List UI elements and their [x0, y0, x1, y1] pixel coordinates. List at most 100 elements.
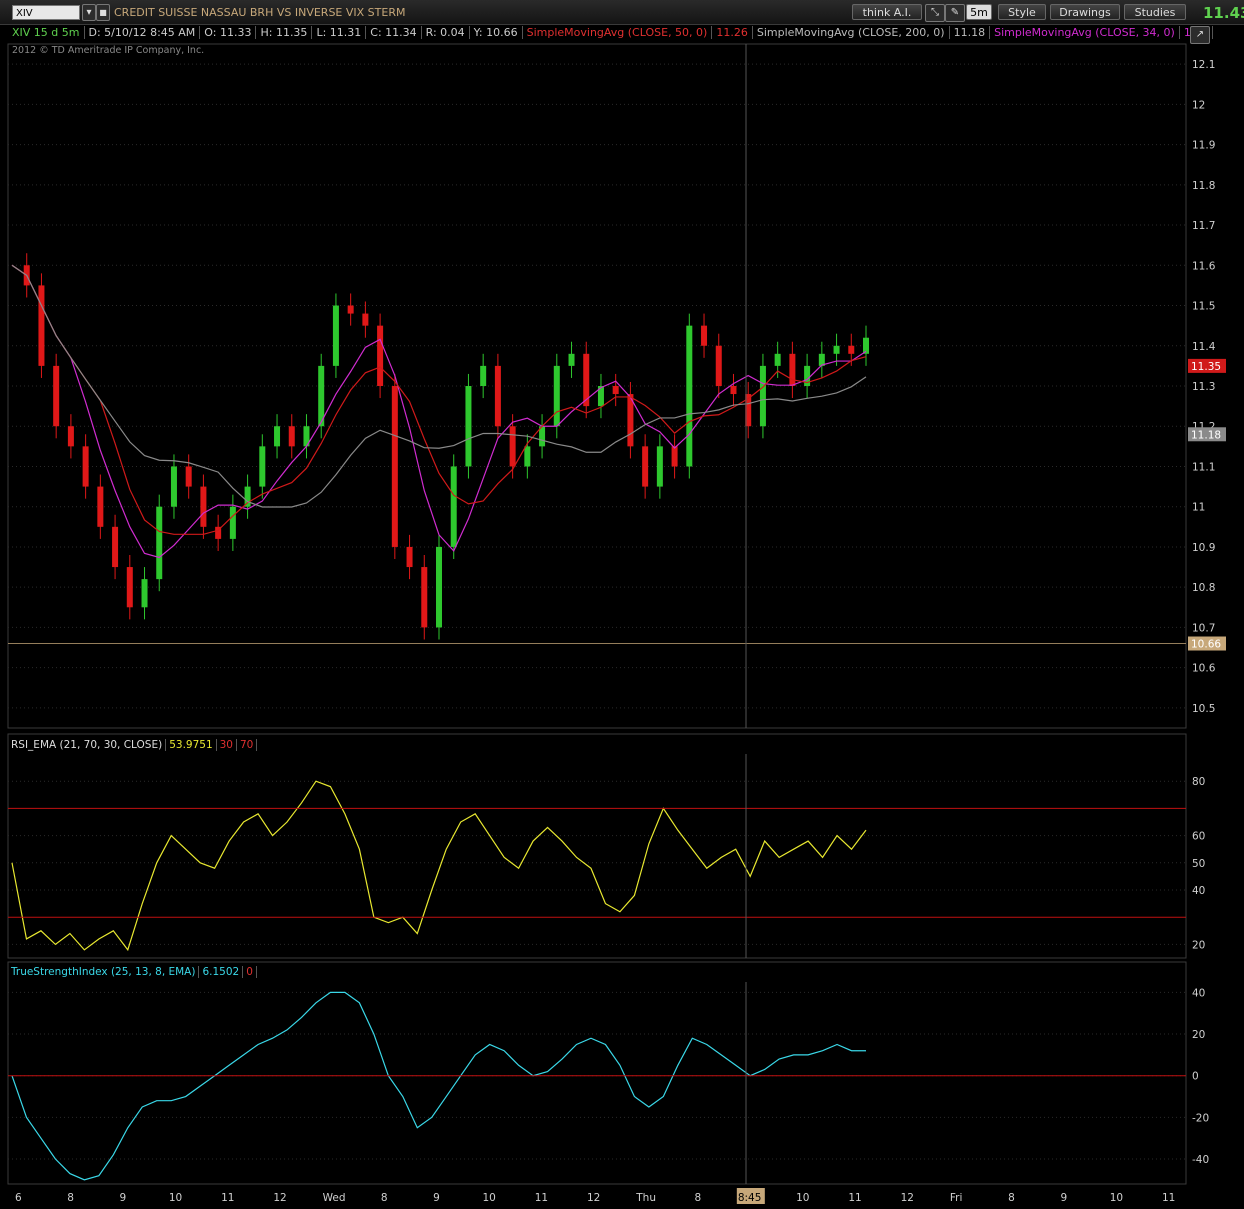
candle-body-17	[259, 446, 266, 487]
ytick-1-4: 20	[1192, 939, 1205, 951]
candle-body-47	[701, 325, 708, 346]
xtick-17: 12	[901, 1192, 914, 1204]
candle-body-45	[671, 446, 678, 467]
xtick-0: 6	[15, 1192, 22, 1204]
ytick-1-0: 80	[1192, 776, 1205, 788]
candle-body-51	[759, 365, 766, 427]
ytick-2-0: 40	[1192, 987, 1205, 999]
rsi-ob: 30	[216, 739, 237, 751]
rsi-panel: 80 60 50 40 20	[7, 733, 1205, 959]
candle-body-12	[185, 466, 192, 487]
ytick-0-0: 12.1	[1192, 59, 1215, 71]
price-tag-2: 10.66	[1191, 639, 1221, 651]
candle-body-52	[774, 353, 781, 366]
candle-body-44	[656, 446, 663, 487]
candle-body-16	[244, 486, 251, 507]
ytick-0-12: 10.9	[1192, 542, 1215, 554]
ytick-0-3: 11.8	[1192, 180, 1215, 192]
panel-frame-1	[7, 733, 1187, 959]
candle-body-34	[509, 426, 516, 467]
xtick-4: 11	[221, 1192, 234, 1204]
candle-body-30	[450, 466, 457, 547]
ytick-2-4: -40	[1192, 1154, 1209, 1166]
candle-body-19	[288, 426, 295, 447]
xtick-15: 10	[796, 1192, 809, 1204]
tsi-value: 6.1502	[199, 966, 244, 978]
candle-body-24	[362, 313, 369, 326]
candle-body-5	[82, 446, 89, 487]
xtick-10: 11	[535, 1192, 548, 1204]
ytick-0-11: 11	[1192, 502, 1205, 514]
ytick-0-1: 12	[1192, 99, 1205, 111]
tsi-header: TrueStrengthIndex (25, 13, 8, EMA) 6.1502…	[8, 965, 257, 979]
candle-body-37	[553, 365, 560, 427]
candle-body-23	[347, 305, 354, 314]
candle-body-43	[642, 446, 649, 487]
candle-body-8	[126, 567, 133, 608]
ytick-0-8: 11.3	[1192, 381, 1215, 393]
candle-body-32	[480, 365, 487, 386]
candle-body-56	[833, 345, 840, 354]
candle-body-46	[686, 325, 693, 467]
candle-body-11	[170, 466, 177, 507]
ytick-0-10: 11.1	[1192, 461, 1215, 473]
ytick-2-1: 20	[1192, 1029, 1205, 1041]
xtick-1: 8	[67, 1192, 74, 1204]
candle-body-9	[141, 579, 148, 608]
xtick-22: 11	[1162, 1192, 1175, 1204]
candle-body-10	[156, 506, 163, 580]
tsi-zero: 0	[243, 966, 257, 978]
candle-body-15	[229, 506, 236, 539]
ytick-2-2: 0	[1192, 1071, 1199, 1083]
candle-body-25	[377, 325, 384, 386]
ytick-0-6: 11.5	[1192, 301, 1215, 313]
xtick-12: Thu	[635, 1192, 656, 1204]
ytick-0-15: 10.6	[1192, 663, 1216, 675]
xtick-18: Fri	[950, 1192, 963, 1204]
candle-body-57	[848, 345, 855, 354]
tsi-line	[11, 991, 866, 1181]
price-panel: 12.11211.911.811.711.611.511.411.311.211…	[7, 43, 1226, 729]
xtick-16: 11	[848, 1192, 861, 1204]
tsi-label[interactable]: TrueStrengthIndex (25, 13, 8, EMA)	[8, 966, 200, 978]
chart-canvas[interactable]: 12.11211.911.811.711.611.511.411.311.211…	[0, 0, 1244, 1209]
ytick-0-4: 11.7	[1192, 220, 1215, 232]
candle-body-27	[406, 546, 413, 568]
candle-body-26	[391, 386, 398, 547]
xtick-3: 10	[169, 1192, 182, 1204]
ytick-1-3: 40	[1192, 885, 1205, 897]
xtick-7: 8	[381, 1192, 388, 1204]
xtick-14: 8:45	[738, 1192, 762, 1204]
candle-body-4	[67, 426, 74, 447]
ytick-1-1: 60	[1192, 831, 1205, 843]
xtick-9: 10	[482, 1192, 495, 1204]
ytick-0-7: 11.4	[1192, 341, 1216, 353]
ytick-0-5: 11.6	[1192, 260, 1216, 272]
candle-body-2	[38, 285, 45, 366]
rsi-line	[11, 780, 867, 952]
candle-body-49	[730, 386, 737, 395]
ytick-0-13: 10.8	[1192, 582, 1215, 594]
xtick-11: 12	[587, 1192, 600, 1204]
xtick-20: 9	[1060, 1192, 1067, 1204]
candle-body-3	[53, 365, 60, 427]
candle-body-13	[200, 486, 207, 527]
ytick-2-3: -20	[1192, 1112, 1209, 1124]
candle-body-41	[612, 386, 619, 395]
candle-body-28	[421, 567, 428, 628]
rsi-value: 53.9751	[166, 739, 217, 751]
panel-frame-2	[7, 961, 1187, 1185]
xtick-6: Wed	[323, 1192, 346, 1204]
candle-body-18	[274, 426, 281, 447]
ytick-0-14: 10.7	[1192, 622, 1215, 634]
candle-body-38	[568, 353, 575, 366]
rsi-label[interactable]: RSI_EMA (21, 70, 30, CLOSE)	[8, 739, 167, 751]
rsi-os: 70	[237, 739, 258, 751]
rsi-header: RSI_EMA (21, 70, 30, CLOSE) 53.9751 30 70	[8, 738, 258, 752]
candle-body-53	[789, 353, 796, 386]
candle-body-6	[97, 486, 104, 527]
sma34-line	[11, 264, 867, 559]
ytick-1-2: 50	[1192, 858, 1205, 870]
ytick-0-2: 11.9	[1192, 140, 1215, 152]
xtick-21: 10	[1110, 1192, 1123, 1204]
